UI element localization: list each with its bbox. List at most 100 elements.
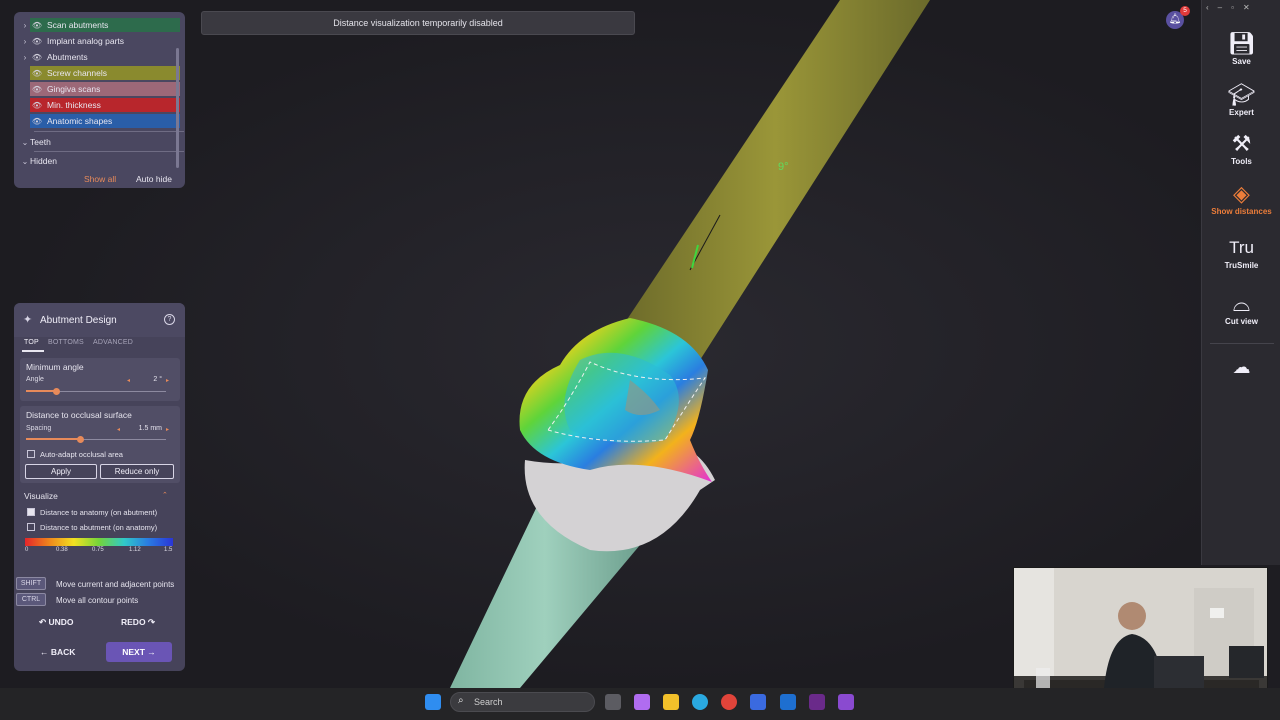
distance-anatomy-checkbox[interactable] bbox=[27, 508, 35, 516]
tab-advanced[interactable]: ADVANCED bbox=[93, 339, 133, 346]
objects-row[interactable]: › 👁︎ Scan abutments bbox=[20, 18, 185, 32]
scale-tick: 0.38 bbox=[56, 547, 68, 553]
scale-tick: 1.5 bbox=[164, 547, 173, 553]
show-all-link[interactable]: Show all bbox=[84, 174, 116, 184]
eye-icon[interactable]: 👁︎ bbox=[30, 53, 44, 62]
occlusal-distance-section: Distance to occlusal surface Spacing ◂ 1… bbox=[20, 406, 180, 483]
auto-hide-link[interactable]: Auto hide bbox=[136, 174, 172, 184]
objects-row[interactable]: 👁︎ Anatomic shapes bbox=[20, 114, 185, 128]
scale-tick: 0 bbox=[25, 547, 29, 553]
ctrl-key-hint: CTRL bbox=[16, 593, 46, 606]
angle-value[interactable]: 2 ° bbox=[132, 376, 162, 383]
abutment-design-panel: ✦ Abutment Design ? TOP BOTTOMS ADVANCED… bbox=[14, 303, 185, 671]
distance-abutment-checkbox[interactable] bbox=[27, 523, 35, 531]
taskbar-search-input[interactable] bbox=[450, 692, 595, 712]
status-banner: Distance visualization temporarily disab… bbox=[201, 11, 635, 35]
task-view-icon[interactable] bbox=[605, 694, 621, 710]
chrome-icon[interactable] bbox=[721, 694, 737, 710]
tools-icon: ⚒ bbox=[1231, 131, 1252, 156]
increment-arrow[interactable]: ▸ bbox=[166, 426, 169, 433]
distance-color-scale bbox=[25, 538, 173, 546]
eye-icon[interactable]: 👁︎ bbox=[30, 101, 44, 110]
distance-anatomy-label: Distance to anatomy (on abutment) bbox=[40, 508, 158, 517]
shift-key-hint: SHIFT bbox=[16, 577, 46, 590]
screw-channel bbox=[620, 0, 930, 360]
toolbar-trusmile[interactable]: Tru TruSmile bbox=[1202, 236, 1280, 270]
tab-bottoms[interactable]: BOTTOMS bbox=[48, 339, 84, 346]
copilot-icon[interactable] bbox=[634, 694, 650, 710]
help-icon[interactable]: ? bbox=[164, 314, 175, 325]
toolbar-save[interactable]: 💾︎ Save bbox=[1202, 31, 1280, 67]
edge-icon[interactable] bbox=[692, 694, 708, 710]
scale-tick: 1.12 bbox=[129, 547, 141, 553]
apply-button[interactable]: Apply bbox=[25, 464, 97, 479]
decrement-arrow[interactable]: ◂ bbox=[117, 426, 120, 433]
outlook-icon[interactable] bbox=[780, 694, 796, 710]
field-label: Angle bbox=[26, 376, 44, 383]
cloud-icon: ☁ bbox=[1232, 357, 1251, 377]
field-label: Spacing bbox=[26, 425, 52, 432]
chevron-down-icon: ⌄ bbox=[21, 156, 29, 166]
search-icon: ⌕ bbox=[458, 695, 464, 706]
section-title: Minimum angle bbox=[26, 362, 84, 372]
objects-row[interactable]: › 👁︎ Abutments bbox=[20, 50, 185, 64]
eye-icon[interactable]: 👁︎ bbox=[30, 21, 44, 30]
increment-arrow[interactable]: ▸ bbox=[166, 377, 169, 384]
graduation-cap-icon: 🎓︎ bbox=[1227, 82, 1256, 107]
section-title: Distance to occlusal surface bbox=[26, 410, 132, 420]
eye-icon[interactable]: 👁︎ bbox=[30, 69, 44, 78]
cut-view-icon: ⌓ bbox=[1232, 291, 1251, 316]
reduce-only-button[interactable]: Reduce only bbox=[100, 464, 174, 479]
right-toolbar: 💾︎ Save 🎓︎ Expert ⚒ Tools ◈ Show distanc… bbox=[1201, 0, 1280, 565]
visualize-title: Visualize bbox=[24, 491, 58, 501]
spacing-slider-thumb[interactable] bbox=[77, 436, 85, 443]
store-icon[interactable] bbox=[750, 694, 766, 710]
windows-start-icon[interactable] bbox=[425, 694, 441, 710]
chevron-right-icon[interactable]: › bbox=[20, 21, 30, 30]
toolbar-show-distances[interactable]: ◈ Show distances bbox=[1202, 182, 1280, 217]
scale-tick: 0.75 bbox=[92, 547, 104, 553]
back-button[interactable]: ← BACK bbox=[40, 647, 75, 657]
undo-button[interactable]: ↶ UNDO bbox=[39, 617, 74, 628]
angle-slider-thumb[interactable] bbox=[53, 388, 61, 395]
chevron-up-icon[interactable]: ⌃ bbox=[162, 491, 168, 499]
objects-group-teeth[interactable]: ⌄ Teeth bbox=[20, 135, 185, 149]
min-angle-section: Minimum angle Angle ◂ 2 ° ▸ bbox=[20, 358, 180, 401]
arrow-left-icon: ← bbox=[40, 647, 51, 657]
toolbar-cut-view[interactable]: ⌓ Cut view bbox=[1202, 291, 1280, 327]
arrow-right-icon: → bbox=[144, 647, 156, 657]
redo-icon: ↷ bbox=[145, 617, 156, 627]
objects-row[interactable]: 👁︎ Min. thickness bbox=[20, 98, 185, 112]
eye-icon[interactable]: 👁︎ bbox=[30, 117, 44, 126]
toolbar-tools[interactable]: ⚒ Tools bbox=[1202, 131, 1280, 167]
divider bbox=[34, 151, 184, 152]
spacing-value[interactable]: 1.5 mm bbox=[122, 425, 162, 432]
chevron-right-icon[interactable]: › bbox=[20, 37, 30, 46]
window-controls[interactable]: ‹–▫✕ bbox=[1206, 3, 1259, 12]
next-button[interactable]: NEXT → bbox=[106, 642, 172, 662]
divider bbox=[1210, 343, 1274, 344]
objects-row[interactable]: › 👁︎ Implant analog parts bbox=[20, 34, 185, 48]
shift-hint-label: Move current and adjacent points bbox=[56, 580, 175, 589]
notification-count-badge: 5 bbox=[1180, 6, 1190, 16]
objects-row[interactable]: 👁︎ Screw channels bbox=[20, 66, 185, 80]
decrement-arrow[interactable]: ◂ bbox=[127, 377, 130, 384]
file-explorer-icon[interactable] bbox=[663, 694, 679, 710]
eye-icon[interactable]: 👁︎ bbox=[30, 85, 44, 94]
cad-app-icon[interactable] bbox=[838, 694, 854, 710]
toolbar-expert[interactable]: 🎓︎ Expert bbox=[1202, 82, 1280, 118]
toolbar-cloud[interactable]: ☁ bbox=[1202, 355, 1280, 379]
tab-top[interactable]: TOP bbox=[24, 339, 39, 346]
redo-button[interactable]: REDO ↷ bbox=[121, 617, 155, 628]
auto-adapt-checkbox[interactable] bbox=[27, 450, 35, 458]
objects-scrollbar[interactable] bbox=[176, 48, 179, 168]
exocad-icon[interactable] bbox=[809, 694, 825, 710]
chevron-right-icon[interactable]: › bbox=[20, 53, 30, 62]
eye-icon[interactable]: 👁︎ bbox=[30, 37, 44, 46]
objects-row[interactable]: 👁︎ Gingiva scans bbox=[20, 82, 185, 96]
angle-label: 9° bbox=[778, 161, 789, 173]
objects-group-hidden[interactable]: ⌄ Hidden bbox=[20, 154, 185, 168]
ctrl-hint-label: Move all contour points bbox=[56, 596, 139, 605]
magic-wand-icon: ✦ bbox=[23, 314, 33, 326]
save-icon: 💾︎ bbox=[1227, 31, 1256, 56]
